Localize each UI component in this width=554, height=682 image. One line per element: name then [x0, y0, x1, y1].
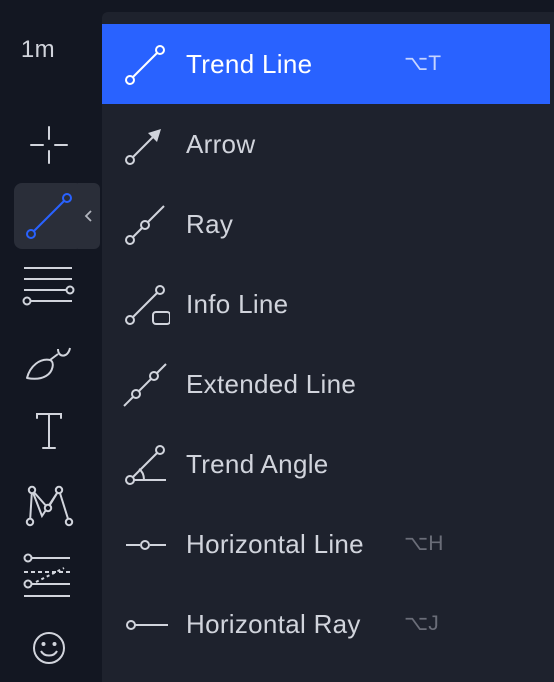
menu-item-label: Ray	[186, 209, 234, 239]
menu-item-horizontal-ray[interactable]: Horizontal Ray ⌥J	[102, 584, 550, 664]
trend-line-tool-button[interactable]	[14, 183, 84, 249]
menu-item-label: Extended Line	[186, 369, 357, 399]
drawing-tools-screen: 1m Trend Line ⌥T Arrow Ray Info Line Ext…	[0, 0, 554, 682]
text-tool-button[interactable]	[14, 398, 84, 464]
menu-item-label: Info Line	[186, 289, 289, 319]
menu-item-trend-line[interactable]: Trend Line ⌥T	[102, 24, 550, 104]
crosshair-icon	[30, 126, 68, 164]
info-line-icon	[125, 285, 170, 325]
emoji-tool-button[interactable]	[14, 615, 84, 681]
menu-item-label: Trend Line	[186, 49, 313, 79]
menu-item-shortcut: ⌥T	[404, 52, 442, 75]
emoji-icon	[33, 632, 65, 664]
left-toolbar: 1m	[0, 0, 102, 682]
text-icon	[36, 413, 62, 449]
trend-angle-icon	[125, 445, 166, 485]
interval-selector[interactable]: 1m	[0, 36, 76, 64]
arrow-icon	[125, 129, 161, 165]
crosshair-tool-button[interactable]	[14, 112, 84, 178]
menu-item-ray[interactable]: Ray	[102, 184, 550, 264]
menu-item-label: Horizontal Ray	[186, 609, 361, 639]
trend-line-tools-menu: Trend Line ⌥T Arrow Ray Info Line Extend…	[102, 12, 554, 682]
pattern-tool-button[interactable]	[14, 470, 84, 536]
forecast-tool-button[interactable]	[14, 544, 84, 610]
pattern-icon	[25, 485, 74, 527]
trend-line-icon	[26, 193, 72, 239]
menu-item-arrow[interactable]: Arrow	[102, 104, 550, 184]
menu-item-shortcut: ⌥H	[404, 532, 444, 555]
menu-item-label: Horizontal Line	[186, 529, 364, 559]
brush-icon	[26, 347, 71, 380]
menu-item-label: Arrow	[186, 129, 256, 159]
menu-item-info-line[interactable]: Info Line	[102, 264, 550, 344]
extended-line-icon	[123, 363, 167, 407]
brush-tool-button[interactable]	[14, 328, 84, 394]
horizontal-ray-icon	[126, 620, 168, 630]
forecast-icon	[23, 553, 70, 597]
trend-line-icon	[125, 45, 165, 85]
ray-icon	[125, 205, 165, 245]
menu-item-trend-angle[interactable]: Trend Angle	[102, 424, 550, 504]
fib-retracement-tool-button[interactable]	[14, 254, 84, 320]
menu-item-horizontal-line[interactable]: Horizontal Line ⌥H	[102, 504, 550, 584]
fib-retracement-icon	[22, 267, 75, 306]
menu-item-shortcut: ⌥J	[404, 612, 439, 635]
menu-item-extended-line[interactable]: Extended Line	[102, 344, 550, 424]
chevron-left-icon	[84, 210, 92, 222]
menu-item-label: Trend Angle	[186, 449, 329, 479]
horizontal-line-icon	[126, 540, 166, 550]
expand-tools-button[interactable]	[78, 183, 100, 249]
